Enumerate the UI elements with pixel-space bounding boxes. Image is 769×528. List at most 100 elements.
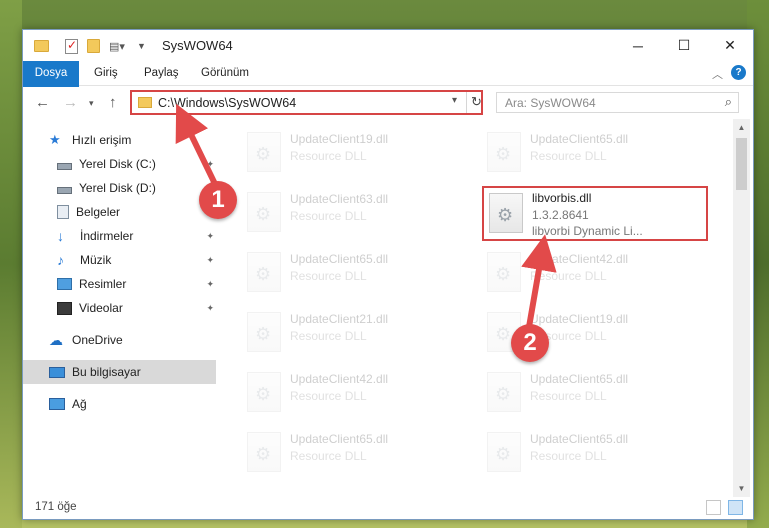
step-2-badge: 2 [511, 324, 549, 362]
search-input[interactable]: Ara: SysWOW64 ⌕ [496, 92, 739, 113]
folder-icon [34, 37, 49, 55]
sidebar-item-videos[interactable]: Videolar ✦ [23, 296, 216, 320]
sidebar-item-label: Yerel Disk (C:) [79, 157, 156, 171]
drive-icon [57, 162, 72, 170]
sidebar-item-this-pc[interactable]: Bu bilgisayar [23, 360, 216, 384]
file-item[interactable]: ⚙ UpdateClient65.dll Resource DLL [484, 129, 694, 175]
expand-ribbon-icon[interactable]: ︿ [712, 66, 723, 82]
tab-home[interactable]: Giriş [94, 61, 118, 86]
file-item[interactable]: ⚙ UpdateClient42.dll Resource DLL [484, 249, 694, 295]
details-view-icon[interactable] [706, 500, 721, 515]
dll-file-icon: ⚙ [247, 312, 281, 352]
sidebar-item-label: Videolar [79, 301, 123, 315]
new-folder-icon[interactable] [87, 37, 100, 55]
sidebar-item-label: İndirmeler [80, 229, 134, 243]
chevron-down-icon[interactable]: ▼ [137, 37, 146, 55]
search-placeholder: Ara: SysWOW64 [505, 96, 596, 110]
sidebar-item-label: Müzik [80, 253, 112, 267]
sidebar-item-network[interactable]: Ağ [23, 392, 216, 416]
file-item-libvorbis[interactable]: ⚙ libvorbis.dll 1.3.2.8641 libvorbi Dyna… [482, 186, 708, 241]
address-divider [466, 92, 467, 113]
file-description: Resource DLL [530, 149, 607, 163]
sidebar-item-downloads[interactable]: ↓ İndirmeler ✦ [23, 224, 216, 248]
back-arrow-icon[interactable]: ← [35, 94, 50, 111]
file-item[interactable]: ⚙ UpdateClient65.dll Resource DLL [484, 429, 694, 475]
file-name: UpdateClient42.dll [530, 252, 629, 266]
status-bar: 171 öğe [23, 497, 753, 519]
address-dropdown-icon[interactable]: ▾ [452, 95, 457, 106]
file-item[interactable]: ⚙ UpdateClient42.dll Resource DLL [244, 369, 454, 415]
dll-file-icon: ⚙ [487, 372, 521, 412]
help-icon[interactable]: ? [731, 65, 746, 80]
scroll-down-icon[interactable]: ▼ [733, 480, 750, 497]
download-icon: ↓ [57, 228, 64, 244]
refresh-icon[interactable]: ↻ [471, 94, 482, 110]
pin-icon[interactable]: ✦ [206, 231, 214, 242]
up-arrow-icon[interactable]: ↑ [109, 94, 117, 111]
sidebar-item-onedrive[interactable]: ☁ OneDrive [23, 328, 216, 352]
address-path[interactable]: C:\Windows\SysWOW64 [158, 96, 296, 110]
file-name: UpdateClient42.dll [290, 372, 389, 386]
close-button[interactable]: ✕ [707, 30, 753, 61]
recent-locations-icon[interactable]: ▾ [89, 98, 94, 109]
desktop-wallpaper-left [0, 0, 22, 528]
file-version: 1.3.2.8641 [532, 208, 589, 222]
address-bar[interactable]: C:\Windows\SysWOW64 ▾ ↻ [130, 90, 483, 115]
file-name: libvorbis.dll [532, 191, 592, 205]
forward-arrow-icon[interactable]: → [63, 94, 78, 111]
file-description: Resource DLL [290, 329, 367, 343]
tab-share[interactable]: Paylaş [144, 61, 179, 86]
network-icon [49, 398, 65, 410]
file-description: Resource DLL [290, 389, 367, 403]
tiles-view-icon[interactable] [728, 500, 743, 515]
file-item[interactable]: ⚙ UpdateClient19.dll Resource DLL [244, 129, 454, 175]
sidebar-item-local-disk-d[interactable]: Yerel Disk (D:) ✦ [23, 176, 216, 200]
file-item[interactable]: ⚙ UpdateClient65.dll Resource DLL [484, 369, 694, 415]
search-icon[interactable]: ⌕ [725, 94, 732, 110]
sidebar-item-quick-access[interactable]: ★ Hızlı erişim [23, 128, 216, 152]
file-name: UpdateClient65.dll [530, 132, 629, 146]
properties-icon[interactable] [65, 37, 78, 55]
file-item[interactable]: ⚙ UpdateClient21.dll Resource DLL [244, 309, 454, 355]
file-description: Resource DLL [290, 209, 367, 223]
file-item[interactable]: ⚙ UpdateClient65.dll Resource DLL [244, 429, 454, 475]
pin-icon[interactable]: ✦ [206, 159, 214, 170]
sidebar-item-music[interactable]: ♪ Müzik ✦ [23, 248, 216, 272]
file-item[interactable]: ⚙ UpdateClient63.dll Resource DLL [244, 189, 454, 235]
dll-file-icon: ⚙ [487, 252, 521, 292]
pin-icon[interactable]: ✦ [206, 303, 214, 314]
file-item[interactable]: ⚙ UpdateClient65.dll Resource DLL [244, 249, 454, 295]
file-name: UpdateClient65.dll [290, 252, 389, 266]
explorer-window: ▤▾ ▼ SysWOW64 ─ ☐ ✕ Dosya Giriş Paylaş G… [22, 29, 754, 520]
sidebar-item-pictures[interactable]: Resimler ✦ [23, 272, 216, 296]
file-name: UpdateClient65.dll [530, 432, 629, 446]
file-description: Resource DLL [530, 269, 607, 283]
dll-file-icon: ⚙ [247, 372, 281, 412]
sidebar-item-documents[interactable]: Belgeler ✦ [23, 200, 216, 224]
customize-quick-access-icon[interactable]: ▤▾ [109, 37, 125, 55]
pin-icon[interactable]: ✦ [206, 255, 214, 266]
file-name: UpdateClient65.dll [530, 372, 629, 386]
maximize-button[interactable]: ☐ [661, 30, 707, 61]
pin-icon[interactable]: ✦ [206, 279, 214, 290]
file-description: Resource DLL [530, 449, 607, 463]
dll-file-icon: ⚙ [247, 252, 281, 292]
documents-icon [57, 205, 69, 219]
minimize-button[interactable]: ─ [615, 30, 661, 61]
tab-view[interactable]: Görünüm [201, 61, 249, 86]
file-name: UpdateClient21.dll [290, 312, 389, 326]
sidebar-item-label: Resimler [79, 277, 127, 291]
file-name: UpdateClient63.dll [290, 192, 389, 206]
vertical-scrollbar[interactable]: ▲ ▼ [733, 119, 750, 497]
computer-icon [49, 366, 65, 378]
videos-icon [57, 301, 72, 315]
sidebar-item-local-disk-c[interactable]: Yerel Disk (C:) ✦ [23, 152, 216, 176]
navigation-bar: ← → ▾ ↑ C:\Windows\SysWOW64 ▾ ↻ Ara: Sys… [23, 87, 753, 119]
item-count: 171 öğe [35, 501, 77, 513]
file-description: Resource DLL [290, 269, 367, 283]
file-description: Resource DLL [290, 449, 367, 463]
scroll-thumb[interactable] [736, 138, 747, 190]
scroll-up-icon[interactable]: ▲ [733, 119, 750, 136]
sidebar-item-label: OneDrive [72, 333, 123, 347]
dll-file-icon: ⚙ [247, 192, 281, 232]
